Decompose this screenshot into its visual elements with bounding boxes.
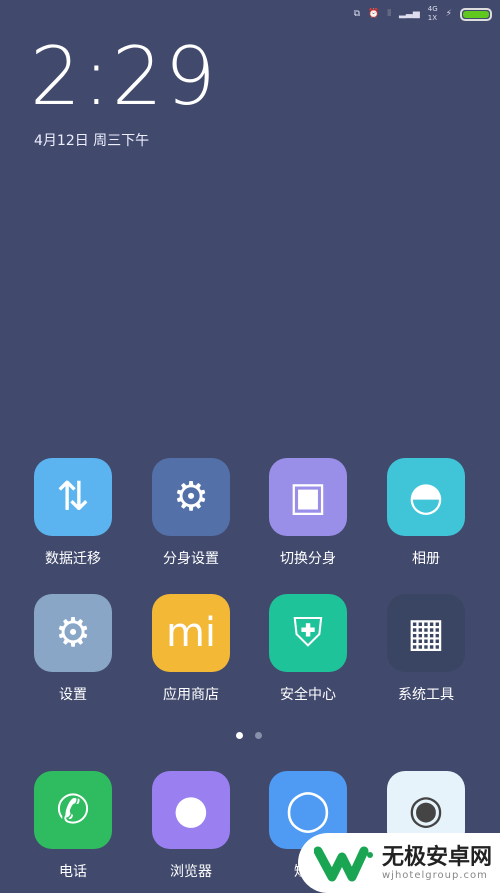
switch-icon-glyph: ▣ xyxy=(289,474,327,520)
folder-icon: ▦ xyxy=(387,594,465,672)
gear-icon-glyph: ⚙ xyxy=(55,610,91,656)
app-label: 数据迁移 xyxy=(45,551,101,567)
app-label: 浏览器 xyxy=(170,864,212,880)
app-label: 切换分身 xyxy=(280,551,336,567)
gears-icon-glyph: ⚙ xyxy=(173,474,209,520)
charging-icon: ⚡ xyxy=(445,9,452,19)
browser-icon-glyph: ● xyxy=(173,787,209,833)
app-gallery[interactable]: ◓ 相册 xyxy=(376,458,476,568)
alarm-icon: ⏰ xyxy=(368,9,380,19)
app-label: 相册 xyxy=(412,551,440,567)
network-type-2: 1X xyxy=(427,14,438,22)
date: 4月12日 周三下午 xyxy=(34,133,150,149)
phone-icon-glyph: ✆ xyxy=(56,787,90,833)
shield-icon-glyph: ⛨ xyxy=(293,610,323,656)
status-bar: ⧉ ⏰ ⫴ ▂▃▅ 4G 1X ⚡ xyxy=(354,4,492,24)
gallery-icon: ◓ xyxy=(387,458,465,536)
app-label: 应用商店 xyxy=(163,687,219,703)
app-switch[interactable]: ▣ 切换分身 xyxy=(258,458,358,568)
phone-icon: ✆ xyxy=(34,771,112,849)
page-dot-2[interactable] xyxy=(255,732,262,739)
app-label: 安全中心 xyxy=(280,687,336,703)
camera-icon-glyph: ◉ xyxy=(408,787,444,833)
browser-icon: ● xyxy=(152,771,230,849)
watermark: 无极安卓网 wjhotelgroup.com xyxy=(298,833,500,893)
folder-icon-glyph: ▦ xyxy=(407,610,445,656)
message-icon-glyph: ◯ xyxy=(285,787,331,833)
watermark-logo-icon xyxy=(314,846,373,882)
gallery-icon-glyph: ◓ xyxy=(408,474,444,520)
battery-icon xyxy=(460,7,492,21)
gears-icon: ⚙ xyxy=(152,458,230,536)
data-transfer-icon: ⇅ xyxy=(34,458,112,536)
app-data-transfer[interactable]: ⇅ 数据迁移 xyxy=(23,458,123,568)
app-shield[interactable]: ⛨ 安全中心 xyxy=(258,594,358,704)
mi-store-icon-glyph: mi xyxy=(165,610,217,656)
dual-app-icon: ⧉ xyxy=(353,9,361,19)
network-type: 4G xyxy=(427,5,438,13)
app-label: 电话 xyxy=(59,864,87,880)
shield-icon: ⛨ xyxy=(269,594,347,672)
mi-store-icon: mi xyxy=(152,594,230,672)
watermark-url: wjhotelgroup.com xyxy=(382,869,488,881)
gear-icon: ⚙ xyxy=(34,594,112,672)
app-label: 系统工具 xyxy=(398,687,454,703)
app-gear[interactable]: ⚙ 设置 xyxy=(23,594,123,704)
page-indicator[interactable] xyxy=(236,732,262,739)
app-gears[interactable]: ⚙ 分身设置 xyxy=(141,458,241,568)
app-mi-store[interactable]: mi 应用商店 xyxy=(141,594,241,704)
switch-icon: ▣ xyxy=(269,458,347,536)
page-dot-1[interactable] xyxy=(236,732,243,739)
signal-icon: ▂▃▅ xyxy=(399,9,420,19)
clock: 2:29 xyxy=(30,30,218,123)
app-label: 分身设置 xyxy=(163,551,219,567)
app-phone[interactable]: ✆ 电话 xyxy=(23,771,123,881)
data-transfer-icon-glyph: ⇅ xyxy=(56,474,90,520)
vibrate-icon: ⫴ xyxy=(387,9,392,19)
app-folder[interactable]: ▦ 系统工具 xyxy=(376,594,476,704)
watermark-title: 无极安卓网 xyxy=(382,844,493,870)
app-browser[interactable]: ● 浏览器 xyxy=(141,771,241,881)
app-label: 设置 xyxy=(59,687,87,703)
